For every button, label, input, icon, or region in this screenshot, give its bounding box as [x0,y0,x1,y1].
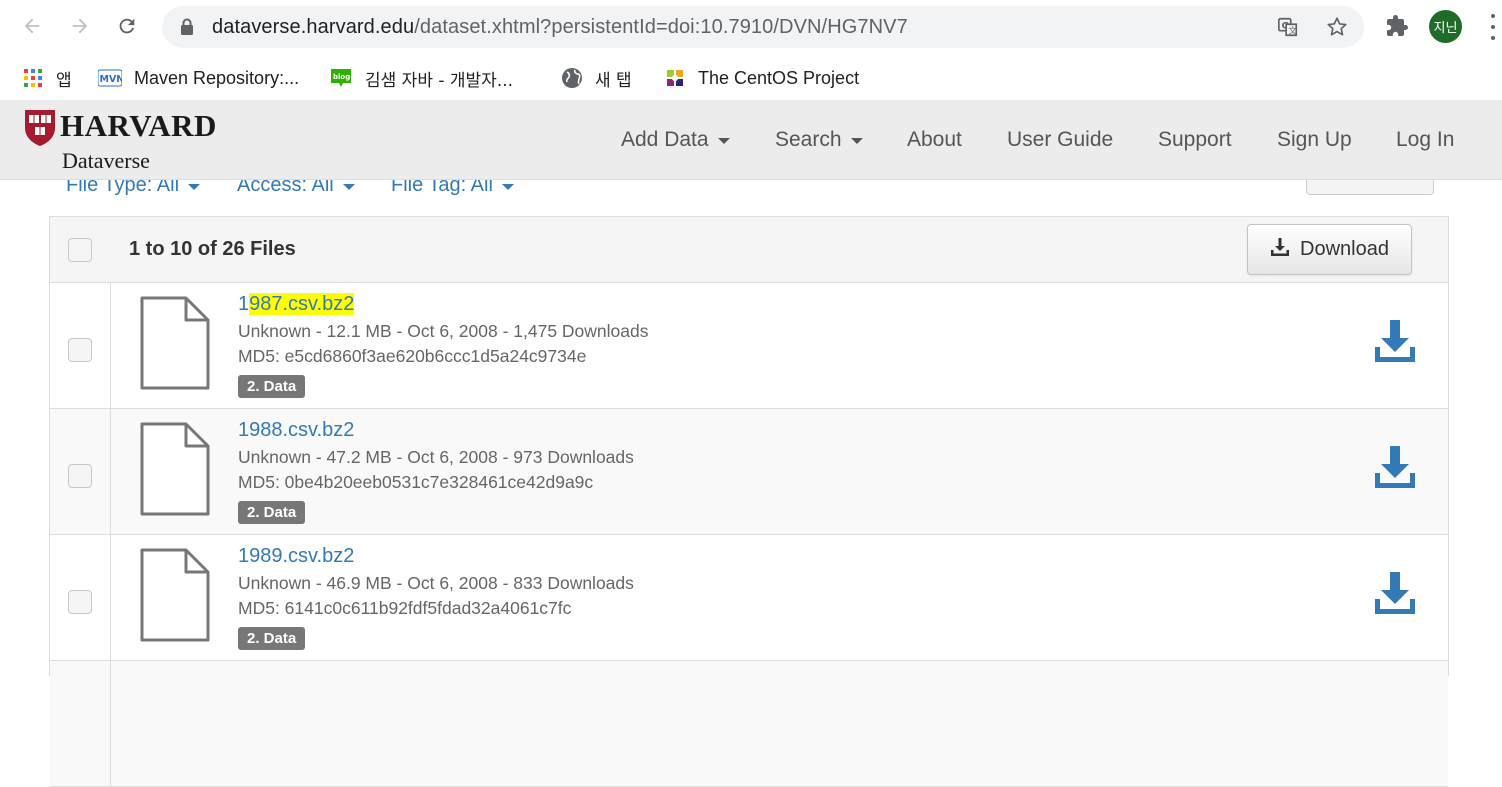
nav-label: Add Data [621,128,709,151]
bookmark-maven[interactable]: MVN Maven Repository:... [98,64,299,92]
download-icon[interactable] [1374,571,1416,620]
file-md5: MD5: 0be4b20eeb0531c7e328461ce42d9a9c [238,472,594,492]
nav-user-guide[interactable]: User Guide [1007,128,1113,152]
file-name-link[interactable]: 1989.csv.bz2 [238,545,354,568]
bookmark-label: 앱 [56,70,72,91]
download-button-label: Download [1300,238,1389,260]
browser-toolbar: dataverse.harvard.edu/dataset.xhtml?pers… [0,0,1502,56]
translate-icon[interactable]: G文 [1276,15,1300,39]
forward-button[interactable] [64,10,96,42]
file-icon [139,547,211,648]
file-tag-badge: 2. Data [238,501,306,524]
bookmark-label: 김샘 자바 - 개발자... [365,70,514,91]
bookmark-label: Maven Repository:... [134,67,300,88]
file-tag-badge: 2. Data [238,627,306,650]
file-name-highlighted: 987.csv.bz2 [249,293,355,315]
bookmark-label: The CentOS Project [698,67,860,88]
file-tag-badge: 2. Data [238,375,306,398]
nav-label: Search [775,128,842,151]
files-table: 1 to 10 of 26 Files Download 1987.csv.bz… [49,216,1449,787]
harvard-shield-logo[interactable] [24,109,56,152]
nav-about[interactable]: About [907,128,962,152]
file-name-link[interactable]: 1987.csv.bz2 [238,293,355,316]
extensions-puzzle-icon[interactable] [1385,14,1409,43]
profile-avatar[interactable]: 지닌 [1429,10,1462,43]
blog-icon: blog [329,67,353,89]
browser-menu-icon[interactable] [1486,14,1500,40]
site-navbar: HARVARD Dataverse Add Data Search About … [0,100,1502,180]
bookmark-star-icon[interactable] [1325,15,1349,39]
row-checkbox[interactable] [68,590,92,614]
file-icon [139,421,211,522]
row-checkbox[interactable] [68,464,92,488]
caret-down-icon [342,183,355,190]
reload-button[interactable] [111,10,143,42]
svg-text:MVN: MVN [100,74,123,85]
file-icon [139,295,211,396]
nav-add-data[interactable]: Add Data [621,128,730,152]
nav-support[interactable]: Support [1158,128,1232,152]
caret-down-icon [717,138,730,144]
file-md5: MD5: e5cd6860f3ae620b6ccc1d5a24c9734e [238,346,587,366]
download-icon[interactable] [1374,319,1416,368]
files-count-label: 1 to 10 of 26 Files [129,238,296,260]
download-icon[interactable] [1374,445,1416,494]
file-name-link[interactable]: 1988.csv.bz2 [238,419,354,442]
logo-title[interactable]: HARVARD [60,108,217,144]
svg-text:文: 文 [1288,25,1296,35]
caret-down-icon [850,138,863,144]
file-md5: MD5: 6141c0c611b92fdf5fdad32a4061c7fc [238,598,572,618]
caret-down-icon [501,183,514,190]
file-info: Unknown - 47.2 MB - Oct 6, 2008 - 973 Do… [238,447,634,467]
nav-log-in[interactable]: Log In [1396,128,1454,152]
centos-icon [664,67,686,89]
select-all-checkbox[interactable] [68,238,92,262]
table-row: 1988.csv.bz2 Unknown - 47.2 MB - Oct 6, … [50,409,1448,535]
file-info: Unknown - 46.9 MB - Oct 6, 2008 - 833 Do… [238,573,634,593]
bookmarks-bar: 앱 MVN Maven Repository:... blog 김샘 자바 - … [0,56,1502,100]
table-row: 1989.csv.bz2 Unknown - 46.9 MB - Oct 6, … [50,535,1448,661]
url-domain: dataverse.harvard.edu [212,16,415,38]
bookmark-centos[interactable]: The CentOS Project [664,64,859,92]
download-icon [1270,237,1300,263]
back-button[interactable] [16,10,48,42]
bookmark-new-tab[interactable]: 새 탭 [561,64,632,92]
bookmark-label: 새 탭 [595,70,632,91]
apps-grid-icon [22,67,44,89]
caret-down-icon [188,183,201,190]
nav-sign-up[interactable]: Sign Up [1277,128,1352,152]
svg-text:blog: blog [333,73,350,81]
file-name-part: 1 [238,293,250,315]
download-button[interactable]: Download [1247,224,1412,275]
globe-icon [561,67,583,89]
row-checkbox[interactable] [68,338,92,362]
address-bar[interactable]: dataverse.harvard.edu/dataset.xhtml?pers… [162,6,1364,48]
url-text: dataverse.harvard.edu/dataset.xhtml?pers… [212,16,908,39]
bookmark-apps[interactable]: 앱 [22,64,72,92]
url-path: /dataset.xhtml?persistentId=doi:10.7910/… [414,16,908,38]
table-row: 1987.csv.bz2 Unknown - 12.1 MB - Oct 6, … [50,283,1448,409]
files-table-header: 1 to 10 of 26 Files Download [50,217,1448,283]
nav-search[interactable]: Search [775,128,863,152]
bookmark-blog[interactable]: blog 김샘 자바 - 개발자... [329,64,513,92]
file-info: Unknown - 12.1 MB - Oct 6, 2008 - 1,475 … [238,321,649,341]
logo-subtitle[interactable]: Dataverse [62,148,150,174]
mvn-icon: MVN [98,67,122,89]
table-row [50,661,1448,787]
lock-icon [180,18,194,41]
